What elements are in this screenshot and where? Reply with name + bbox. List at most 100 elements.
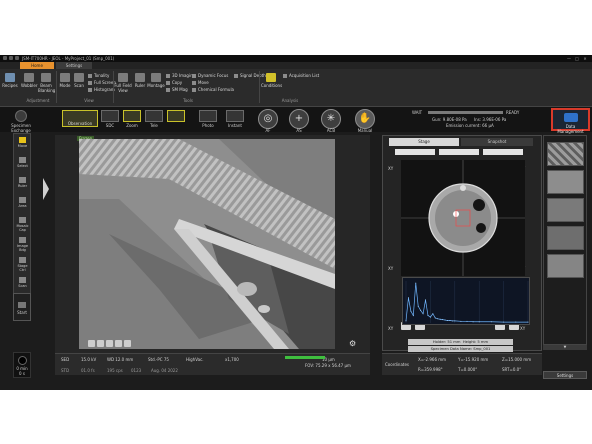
group-label-adjustment: Adjustment bbox=[26, 98, 50, 103]
histogram-icon bbox=[88, 88, 92, 92]
sm-mag-button[interactable]: SM Mag bbox=[166, 87, 188, 92]
coordinates-label: Coordinates bbox=[385, 362, 410, 367]
acquisition-list-icon bbox=[283, 74, 287, 78]
manual-label: Manual bbox=[357, 128, 373, 133]
conditions-button[interactable]: Conditions bbox=[261, 73, 282, 88]
status-ready: READY bbox=[506, 110, 520, 115]
spectrum-point bbox=[454, 320, 456, 322]
working-distance: WD 12.0 mm bbox=[107, 357, 134, 362]
sdc-button[interactable]: SDC bbox=[100, 110, 120, 129]
tonality-button[interactable]: Tonality bbox=[88, 73, 109, 78]
tool-ruler[interactable]: Ruler bbox=[15, 176, 30, 190]
beam-blanking-button[interactable]: Beam Blanking bbox=[38, 73, 55, 93]
spectrum-point bbox=[425, 299, 427, 301]
viewer-settings-gear-icon[interactable]: ⚙ bbox=[349, 340, 357, 348]
sem-image[interactable] bbox=[79, 139, 335, 349]
save-icon[interactable] bbox=[9, 56, 13, 60]
xy-label-bottom-left: XY bbox=[388, 266, 394, 271]
spectrum-series-line bbox=[405, 283, 528, 323]
zoom-fit-icon[interactable] bbox=[88, 340, 95, 347]
recipes-button[interactable]: Recipes bbox=[2, 73, 18, 88]
tool-scan[interactable]: Scan bbox=[15, 276, 30, 290]
zoom-in-icon[interactable] bbox=[97, 340, 104, 347]
wobbler-button[interactable]: Wobbler bbox=[21, 73, 37, 88]
manual-button[interactable]: ✋ bbox=[355, 109, 375, 129]
count-rate: 195 cps bbox=[107, 368, 123, 373]
tool-move[interactable]: Move bbox=[15, 136, 30, 150]
stage-field-r[interactable] bbox=[395, 149, 435, 155]
tool-mosaic[interactable]: Mosaic Cap bbox=[15, 216, 30, 232]
stage-field-z[interactable] bbox=[483, 149, 523, 155]
tool-image-bdg[interactable]: Image Bdg bbox=[15, 236, 30, 252]
chemical-formula-button[interactable]: Chemical Formula bbox=[192, 87, 234, 92]
coord-y: Y=-15.920 mm bbox=[458, 357, 489, 362]
observation-button[interactable]: Observation bbox=[62, 110, 98, 127]
tool-select[interactable]: Select bbox=[15, 156, 30, 170]
minimize-button[interactable]: — bbox=[566, 56, 572, 61]
thumbnail-item[interactable] bbox=[547, 142, 584, 166]
panel-expand-arrow-icon[interactable] bbox=[43, 178, 49, 200]
tab-snapshot[interactable]: Snapshot bbox=[461, 138, 533, 146]
zoom-button[interactable]: Zoom bbox=[122, 110, 142, 129]
emission-current: Emission current: 66 μA bbox=[446, 123, 494, 128]
tab-settings[interactable]: Settings bbox=[56, 62, 92, 69]
ruler-button[interactable]: Ruler bbox=[133, 73, 147, 88]
coord-t: T=0.000° bbox=[458, 367, 478, 372]
pan-icon[interactable] bbox=[115, 340, 122, 347]
move-button[interactable]: Move bbox=[192, 80, 209, 85]
xy-label-top-left: XY bbox=[388, 166, 394, 171]
spectrum-point bbox=[412, 314, 414, 316]
chemical-formula-icon bbox=[192, 88, 196, 92]
undo-icon[interactable] bbox=[15, 56, 19, 60]
thumbnail-item[interactable] bbox=[547, 170, 584, 194]
data-management-button[interactable]: Data Management bbox=[551, 108, 590, 134]
thumbnail-item[interactable] bbox=[547, 198, 584, 222]
maximize-button[interactable]: □ bbox=[574, 56, 580, 61]
coord-r: R=359.998° bbox=[418, 367, 443, 372]
start-button[interactable]: Start bbox=[13, 293, 31, 321]
close-button[interactable]: ✕ bbox=[582, 56, 588, 61]
3d-imaging-icon bbox=[166, 74, 170, 78]
full-screen-button[interactable]: Full Screen bbox=[88, 80, 116, 85]
zoom-out-icon[interactable] bbox=[106, 340, 113, 347]
crosshair-icon[interactable] bbox=[124, 340, 131, 347]
3d-imaging-button[interactable]: 3D Imaging bbox=[166, 73, 195, 78]
tab-home[interactable]: Home bbox=[20, 62, 54, 69]
tele-button[interactable]: Tele bbox=[144, 110, 164, 129]
acb-button[interactable]: ✳ bbox=[321, 109, 341, 129]
thumbnail-item[interactable] bbox=[547, 254, 584, 278]
spectrum-point bbox=[410, 310, 412, 312]
copy-icon bbox=[166, 81, 170, 85]
af-button[interactable]: ◎ bbox=[258, 109, 278, 129]
spectrum-point bbox=[422, 313, 424, 315]
stage-navigator[interactable] bbox=[401, 160, 525, 276]
instant-button[interactable]: Instant bbox=[225, 110, 245, 129]
full-field-view-button[interactable]: Full Field View bbox=[114, 73, 132, 93]
thumbnail-item[interactable] bbox=[547, 226, 584, 250]
sdc-icon bbox=[101, 110, 119, 122]
photo-button[interactable]: Photo bbox=[198, 110, 218, 129]
star-toggle-button[interactable] bbox=[166, 110, 186, 129]
thumbnails-scroll-down-icon[interactable]: ▼ bbox=[543, 345, 587, 350]
hand-icon: ✋ bbox=[358, 113, 372, 124]
image-viewer[interactable]: Frozen bbox=[55, 135, 370, 353]
montage-button[interactable]: Montage bbox=[147, 73, 165, 88]
tool-area[interactable]: Area bbox=[15, 196, 30, 210]
image-info-bar: SED 15.0 kV WD 12.0 mm Std.-PC 75 HighVa… bbox=[55, 353, 370, 375]
dynamic-focus-button[interactable]: Dynamic Focus bbox=[192, 73, 228, 78]
specimen-exchange-button[interactable]: Specimen Exchange bbox=[8, 110, 34, 133]
spectrum-point bbox=[478, 321, 480, 323]
scan-button[interactable]: Scan bbox=[72, 73, 86, 88]
acb-label: ACB bbox=[326, 128, 336, 133]
stage-field-t[interactable] bbox=[439, 149, 479, 155]
tool-stage-ctrl[interactable]: Stage Ctrl bbox=[15, 256, 30, 272]
as-button[interactable]: + bbox=[289, 109, 309, 129]
histogram-button[interactable]: Histogram bbox=[88, 87, 115, 92]
thumbnails-settings-button[interactable]: Settings bbox=[543, 371, 587, 379]
acquisition-list-button[interactable]: Acquisition List bbox=[283, 73, 319, 78]
copy-button[interactable]: Copy bbox=[166, 80, 182, 85]
star-icon bbox=[167, 110, 185, 122]
tab-stage[interactable]: Stage bbox=[389, 138, 459, 146]
mode-button[interactable]: Mode bbox=[58, 73, 72, 88]
tonality-icon bbox=[88, 74, 92, 78]
